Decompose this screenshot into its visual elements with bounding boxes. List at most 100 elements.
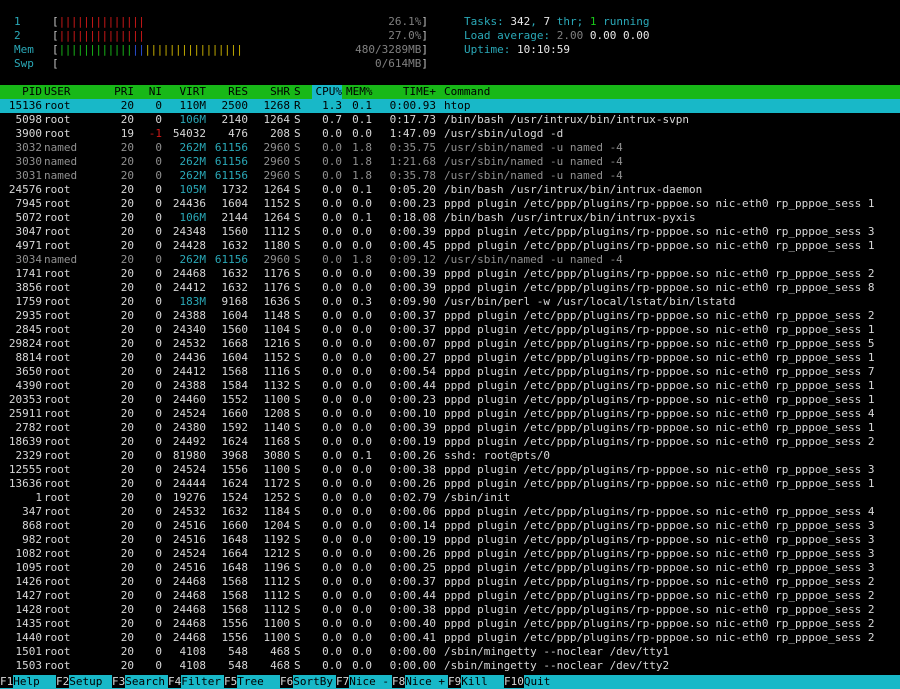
meter-value: 26.1%]: [388, 15, 428, 29]
cell-state: S: [294, 547, 301, 560]
fkey-label: Filter: [181, 675, 221, 688]
cell-time: 0:00.06: [389, 505, 436, 518]
process-row[interactable]: 4390 root 20 0 24388 1584 1132 S 0.0 0.0 0:00.44 pp…: [0, 379, 900, 393]
col-cpu[interactable]: CPU%: [312, 85, 342, 99]
process-row[interactable]: 5072 root 20 0 106M 2144 1264 S 0.0 0.1 0:18.08/bi…: [0, 211, 900, 225]
process-row[interactable]: 868 root 20 0 24516 1660 1204 S 0.0 0.0 0:00.14 ppp…: [0, 519, 900, 533]
process-row[interactable]: 2845 root 20 0 24340 1560 1104 S 0.0 0.0 0:00.37 pp…: [0, 323, 900, 337]
process-row[interactable]: 1426 root 20 0 24468 1568 1112 S 0.0 0.0 0:00.37 pp…: [0, 575, 900, 589]
cell-mem: 0.0: [352, 477, 372, 490]
meter-bracket-open: [: [52, 43, 59, 56]
cell-user: root: [44, 113, 71, 126]
process-row[interactable]: 1095 root 20 0 24516 1648 1196 S 0.0 0.0 0:00.25 pp…: [0, 561, 900, 575]
process-row[interactable]: 1741 root 20 0 24468 1632 1176 S 0.0 0.0 0:00.39 pp…: [0, 267, 900, 281]
col-user[interactable]: USER: [44, 85, 71, 99]
process-row[interactable]: 1501 root 20 0 4108 548 468 S 0.0 0.0 0:00.00/sbin…: [0, 645, 900, 659]
fkey-kill[interactable]: F9Kill: [448, 675, 504, 689]
process-row[interactable]: 7945 root 20 0 24436 1604 1152 S 0.0 0.0 0:00.23 pp…: [0, 197, 900, 211]
tasks-sep: ,: [530, 15, 544, 28]
process-row[interactable]: 13636 root 20 0 24444 1624 1172 S 0.0 0.0 0:00.26 p…: [0, 477, 900, 491]
process-row[interactable]: 1428 root 20 0 24468 1568 1112 S 0.0 0.0 0:00.38 pp…: [0, 603, 900, 617]
cell-priority: 20: [120, 449, 134, 462]
col-res[interactable]: RES: [208, 85, 248, 99]
col-ni[interactable]: NI: [136, 85, 162, 99]
cell-time: 0:00.44: [389, 379, 436, 392]
col-mem[interactable]: MEM%: [346, 85, 373, 99]
fkey-tree[interactable]: F5Tree: [224, 675, 280, 689]
process-row[interactable]: 3032 named 20 0 262M 61156 2960 S 0.0 1.8 0:35.75 /…: [0, 141, 900, 155]
fkey-quit[interactable]: F10Quit: [504, 675, 560, 689]
fkey-help[interactable]: F1Help: [0, 675, 56, 689]
col-pri[interactable]: PRI: [110, 85, 134, 99]
process-row[interactable]: 1435 root 20 0 24468 1556 1100 S 0.0 0.0 0:00.40 pp…: [0, 617, 900, 631]
fkey-sortby[interactable]: F6SortBy: [280, 675, 336, 689]
cell-priority: 20: [120, 309, 134, 322]
process-row[interactable]: 24576 root 20 0 105M 1732 1264 S 0.0 0.1 0:05.20/b…: [0, 183, 900, 197]
process-row[interactable]: 3034 named 20 0 262M 61156 2960 S 0.0 1.8 0:09.12 /…: [0, 253, 900, 267]
col-virt[interactable]: VIRT: [164, 85, 207, 99]
process-row-selected[interactable]: 15136 root 20 0 110M 2500 1268 R 1.3 0.1 0:00.93 ht…: [0, 99, 900, 113]
cell-virt: 106M: [179, 113, 207, 126]
cell-time: 0:00.26: [389, 477, 436, 490]
cell-user: root: [44, 463, 71, 476]
process-row[interactable]: 8814 root 20 0 24436 1604 1152 S 0.0 0.0 0:00.27 pp…: [0, 351, 900, 365]
process-table-header: PID USER PRI NI VIRT RES SHR S CPU% MEM%…: [0, 85, 900, 99]
cell-cpu: 0.0: [322, 211, 342, 224]
process-row[interactable]: 3856 root 20 0 24412 1632 1176 S 0.0 0.0 0:00.39 pp…: [0, 281, 900, 295]
process-row[interactable]: 1427 root 20 0 24468 1568 1112 S 0.0 0.0 0:00.44 pp…: [0, 589, 900, 603]
process-row[interactable]: 1 root 20 0 19276 1524 1252 S 0.0 0.0 0:02.79/sbin…: [0, 491, 900, 505]
process-row[interactable]: 3030 named 20 0 262M 61156 2960 S 0.0 1.8 1:21.68 /…: [0, 155, 900, 169]
fkey-filter[interactable]: F4Filter: [168, 675, 224, 689]
fkey-search[interactable]: F3Search: [112, 675, 168, 689]
cell-pid: 1: [35, 491, 42, 504]
col-command[interactable]: Command: [444, 85, 490, 99]
col-time[interactable]: TIME+: [378, 85, 436, 99]
cell-time: 0:00.40: [389, 617, 436, 630]
process-row[interactable]: 20353 root 20 0 24460 1552 1100 S 0.0 0.0 0:00.23 p…: [0, 393, 900, 407]
process-row[interactable]: 12555 root 20 0 24524 1556 1100 S 0.0 0.0 0:00.38 p…: [0, 463, 900, 477]
fkey-nice[interactable]: F7Nice -: [336, 675, 392, 689]
cell-command: pppd plugin /etc/ppp/plugins/rp-pppoe.so…: [444, 393, 875, 406]
process-row[interactable]: 29824 root 20 0 24532 1668 1216 S 0.0 0.0 0:00.07 p…: [0, 337, 900, 351]
process-row[interactable]: 3900 root 19 -1 54032 476 208 S 0.0 0.0 1:47.09/us…: [0, 127, 900, 141]
load-15min: 0.00: [622, 29, 650, 42]
cell-user: root: [44, 603, 71, 616]
tasks-label: Tasks:: [464, 15, 511, 28]
process-row[interactable]: 18639 root 20 0 24492 1624 1168 S 0.0 0.0 0:00.19 p…: [0, 435, 900, 449]
cell-time: 0:17.73: [389, 113, 436, 126]
process-row[interactable]: 3650 root 20 0 24412 1568 1116 S 0.0 0.0 0:00.54 pp…: [0, 365, 900, 379]
process-list[interactable]: 15136 root 20 0 110M 2500 1268 R 1.3 0.1 0:00.93 ht…: [0, 99, 900, 673]
col-pid[interactable]: PID: [0, 85, 42, 99]
process-row[interactable]: 4971 root 20 0 24428 1632 1180 S 0.0 0.0 0:00.45 pp…: [0, 239, 900, 253]
process-row[interactable]: 25911 root 20 0 24524 1660 1208 S 0.0 0.0 0:00.10 p…: [0, 407, 900, 421]
process-row[interactable]: 1503 root 20 0 4108 548 468 S 0.0 0.0 0:00.00/sbin…: [0, 659, 900, 673]
process-row[interactable]: 2329 root 20 0 81980 3968 3080 S 0.0 0.1 0:00.26 ss…: [0, 449, 900, 463]
process-row[interactable]: 1759 root 20 0 183M 9168 1636 S 0.0 0.3 0:09.90/us…: [0, 295, 900, 309]
col-shr[interactable]: SHR: [250, 85, 290, 99]
col-state[interactable]: S: [294, 85, 301, 99]
process-row[interactable]: 1440 root 20 0 24468 1556 1100 S 0.0 0.0 0:00.41 pp…: [0, 631, 900, 645]
cell-virt: 24412: [172, 281, 206, 294]
fkey-nice[interactable]: F8Nice +: [392, 675, 448, 689]
cell-user: root: [44, 309, 71, 322]
cell-state: S: [294, 309, 301, 322]
fkey-setup[interactable]: F2Setup: [56, 675, 112, 689]
process-row[interactable]: 3047 root 20 0 24348 1560 1112 S 0.0 0.0 0:00.39 pp…: [0, 225, 900, 239]
cell-shr: 2960: [263, 169, 291, 182]
cell-time: 0:00.44: [389, 589, 436, 602]
process-row[interactable]: 2935 root 20 0 24388 1604 1148 S 0.0 0.0 0:00.37 pp…: [0, 309, 900, 323]
process-row[interactable]: 5098 root 20 0 106M 2140 1264 S 0.7 0.1 0:17.73/bi…: [0, 113, 900, 127]
cell-priority: 20: [120, 225, 134, 238]
process-row[interactable]: 3031 named 20 0 262M 61156 2960 S 0.0 1.8 0:35.78 /…: [0, 169, 900, 183]
cell-pid: 1440: [15, 631, 43, 644]
swap-meter: Swp [0/614MB]: [0, 57, 430, 71]
cell-state: S: [294, 449, 301, 462]
process-row[interactable]: 982 root 20 0 24516 1648 1192 S 0.0 0.0 0:00.19 ppp…: [0, 533, 900, 547]
process-row[interactable]: 347 root 20 0 24532 1632 1184 S 0.0 0.0 0:00.06 ppp…: [0, 505, 900, 519]
cell-nice: 0: [155, 519, 162, 532]
cell-cpu: 0.0: [322, 323, 342, 336]
cell-virt: 81980: [172, 449, 206, 462]
process-row[interactable]: 1082 root 20 0 24524 1664 1212 S 0.0 0.0 0:00.26 pp…: [0, 547, 900, 561]
process-row[interactable]: 2782 root 20 0 24380 1592 1140 S 0.0 0.0 0:00.39 pp…: [0, 421, 900, 435]
fkey-label: Search: [125, 675, 165, 688]
